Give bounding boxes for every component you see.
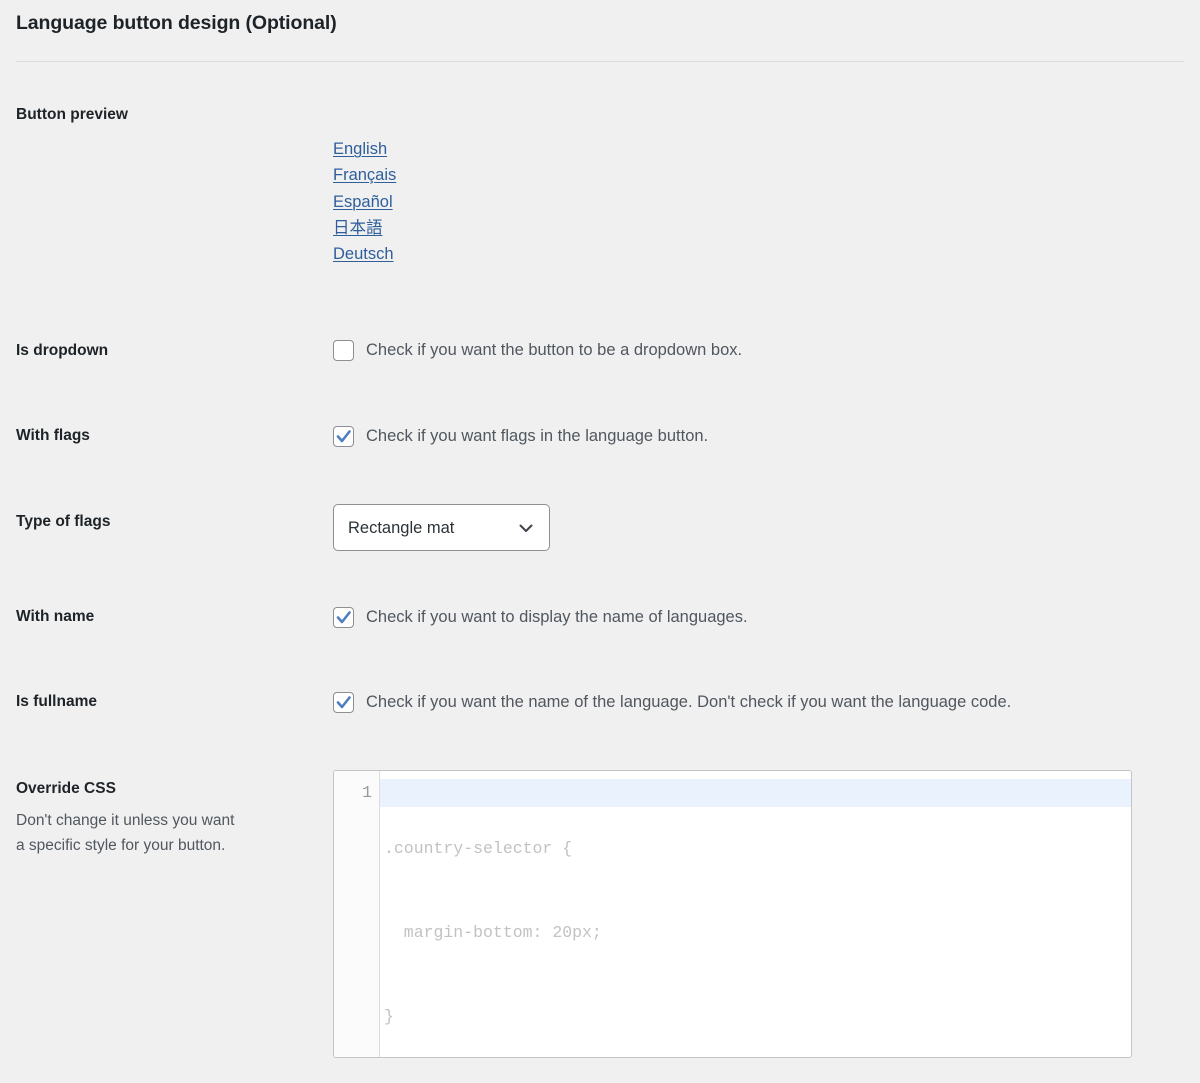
type-of-flags-selected-value: Rectangle mat	[348, 518, 455, 537]
type-of-flags-field: Rectangle mat	[333, 504, 550, 551]
is-fullname-field: Check if you want the name of the langua…	[333, 690, 1011, 715]
editor-placeholder-text: .country-selector { margin-bottom: 20px;…	[380, 771, 1131, 1057]
is-fullname-label: Is fullname	[16, 693, 97, 710]
language-link-deutsch[interactable]: Deutsch	[333, 241, 396, 267]
language-button-preview: English Français Español 日本語 Deutsch	[333, 136, 396, 267]
with-name-checkbox[interactable]	[333, 607, 354, 628]
override-css-help-line-2: a specific style for your button.	[16, 837, 226, 854]
button-preview-label: Button preview	[16, 106, 128, 123]
with-flags-label: With flags	[16, 427, 90, 444]
editor-placeholder-line: margin-bottom: 20px;	[384, 923, 602, 942]
with-name-label: With name	[16, 608, 95, 625]
is-dropdown-checkbox[interactable]	[333, 340, 354, 361]
override-css-help-line-1: Don't change it unless you want	[16, 812, 235, 829]
editor-line-number: 1	[362, 783, 372, 802]
override-css-label: Override CSS	[16, 780, 116, 797]
editor-placeholder-line: }	[384, 1007, 394, 1026]
with-name-description: Check if you want to display the name of…	[366, 608, 748, 626]
checkmark-icon	[336, 696, 351, 709]
language-link-espanol[interactable]: Español	[333, 189, 396, 215]
language-link-francais[interactable]: Français	[333, 162, 396, 188]
checkmark-icon	[336, 611, 351, 624]
language-button-design-panel: Language button design (Optional) Button…	[0, 0, 1200, 1083]
is-dropdown-field: Check if you want the button to be a dro…	[333, 338, 742, 363]
is-fullname-checkbox[interactable]	[333, 692, 354, 713]
with-name-field: Check if you want to display the name of…	[333, 605, 748, 630]
section-divider	[16, 61, 1184, 62]
with-flags-field: Check if you want flags in the language …	[333, 424, 708, 449]
is-fullname-description: Check if you want the name of the langua…	[366, 693, 1012, 711]
override-css-editor[interactable]: 1 .country-selector { margin-bottom: 20p…	[333, 770, 1132, 1058]
is-dropdown-label: Is dropdown	[16, 342, 109, 359]
page-title: Language button design (Optional)	[16, 12, 337, 34]
is-dropdown-description: Check if you want the button to be a dro…	[366, 341, 743, 359]
editor-line-number-gutter: 1	[334, 771, 380, 1057]
type-of-flags-select[interactable]: Rectangle mat	[333, 504, 550, 551]
editor-placeholder-line: .country-selector {	[384, 839, 573, 858]
override-css-textarea[interactable]: .country-selector { margin-bottom: 20px;…	[380, 771, 1131, 1057]
language-link-japanese[interactable]: 日本語	[333, 215, 396, 241]
with-flags-checkbox[interactable]	[333, 426, 354, 447]
checkmark-icon	[336, 430, 351, 443]
language-link-english[interactable]: English	[333, 136, 396, 162]
type-of-flags-label: Type of flags	[16, 513, 111, 530]
with-flags-description: Check if you want flags in the language …	[366, 427, 709, 445]
chevron-down-icon	[517, 519, 535, 537]
